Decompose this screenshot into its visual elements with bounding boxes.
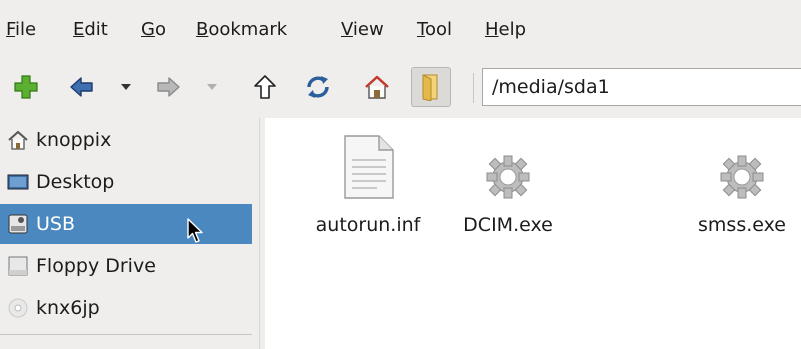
menu-file-mnemonic: F [6, 19, 16, 40]
toolbar-separator [473, 73, 474, 103]
sidebar-item-floppy-drive[interactable]: Floppy Drive [0, 246, 252, 286]
back-history-icon [121, 84, 131, 90]
sidebar-item-label: knx6jp [36, 297, 100, 319]
forward-history-button[interactable] [200, 62, 224, 112]
sidebar-item-desktop[interactable]: Desktop [0, 162, 252, 202]
places-sidebar: knoppix Desktop USB Floppy Drive knx6jp [0, 118, 260, 349]
menu-help[interactable]: Help [485, 19, 526, 41]
new-tab-button[interactable] [8, 62, 44, 112]
menu-go-label: o [154, 19, 166, 40]
file-name: smss.exe [698, 214, 786, 236]
sidebar-item-label: USB [36, 213, 76, 235]
cd-icon [7, 297, 29, 319]
file-name: DCIM.exe [463, 214, 553, 236]
menu-bookmark[interactable]: Bookmark [196, 19, 287, 41]
text-file-icon [336, 130, 400, 200]
up-icon [254, 75, 276, 99]
up-button[interactable] [249, 62, 281, 112]
forward-button[interactable] [148, 62, 188, 112]
file-item-autorun-inf[interactable]: autorun.inf [293, 130, 443, 240]
sidebar-divider [0, 334, 252, 335]
menu-edit-mnemonic: E [73, 19, 85, 40]
floppy-icon [7, 255, 29, 277]
folder-button[interactable] [409, 62, 453, 112]
menu-tool-label: ool [424, 19, 452, 40]
menu-edit[interactable]: Edit [73, 19, 108, 41]
menu-file-label: ile [15, 19, 37, 40]
back-icon [70, 77, 93, 97]
menu-edit-label: dit [84, 19, 108, 40]
home-button[interactable] [359, 62, 395, 112]
folder-button-frame [411, 67, 451, 107]
menu-bookmark-label: ookmark [208, 19, 288, 40]
location-field[interactable]: /media/sda1 [482, 68, 801, 106]
desktop-icon [7, 171, 29, 193]
usb-drive-icon [7, 213, 29, 235]
menu-view-mnemonic: V [341, 19, 353, 40]
mouse-pointer-icon [187, 218, 203, 243]
forward-history-icon [207, 84, 217, 90]
sidebar-item-knx6jp[interactable]: knx6jp [0, 288, 252, 328]
reload-button[interactable] [300, 62, 336, 112]
new-tab-icon [14, 75, 38, 99]
sidebar-item-label: knoppix [36, 129, 112, 151]
menu-tool[interactable]: Tool [417, 19, 452, 41]
home-icon [365, 75, 389, 99]
menu-bookmark-mnemonic: B [196, 19, 209, 40]
file-name: autorun.inf [315, 214, 421, 236]
menu-file[interactable]: File [6, 19, 36, 41]
folder-icon [422, 74, 438, 101]
menu-go[interactable]: Go [141, 19, 166, 41]
back-history-button[interactable] [114, 62, 138, 112]
executable-gear-icon [476, 130, 540, 200]
file-item-dcim-exe[interactable]: DCIM.exe [433, 130, 583, 240]
sidebar-item-knoppix[interactable]: knoppix [0, 120, 252, 160]
forward-icon [157, 77, 180, 97]
sidebar-item-label: Floppy Drive [36, 255, 156, 277]
home-icon [7, 129, 29, 151]
reload-icon [307, 76, 329, 98]
menu-view[interactable]: View [341, 19, 384, 41]
location-path: /media/sda1 [492, 76, 610, 98]
sidebar-item-usb[interactable]: USB [0, 204, 252, 244]
file-view: autorun.inf DCIM.exe smss.exe [265, 118, 801, 349]
menu-bar: File Edit Go Bookmark View Tool Help [0, 0, 801, 54]
menu-tool-mnemonic: T [417, 19, 425, 40]
executable-gear-icon [710, 130, 774, 200]
menu-help-mnemonic: H [485, 19, 499, 40]
file-item-smss-exe[interactable]: smss.exe [667, 130, 801, 240]
back-button[interactable] [62, 62, 102, 112]
menu-help-label: elp [498, 19, 527, 40]
menu-go-mnemonic: G [141, 19, 155, 40]
menu-view-label: iew [352, 19, 384, 40]
sidebar-item-label: Desktop [36, 171, 115, 193]
